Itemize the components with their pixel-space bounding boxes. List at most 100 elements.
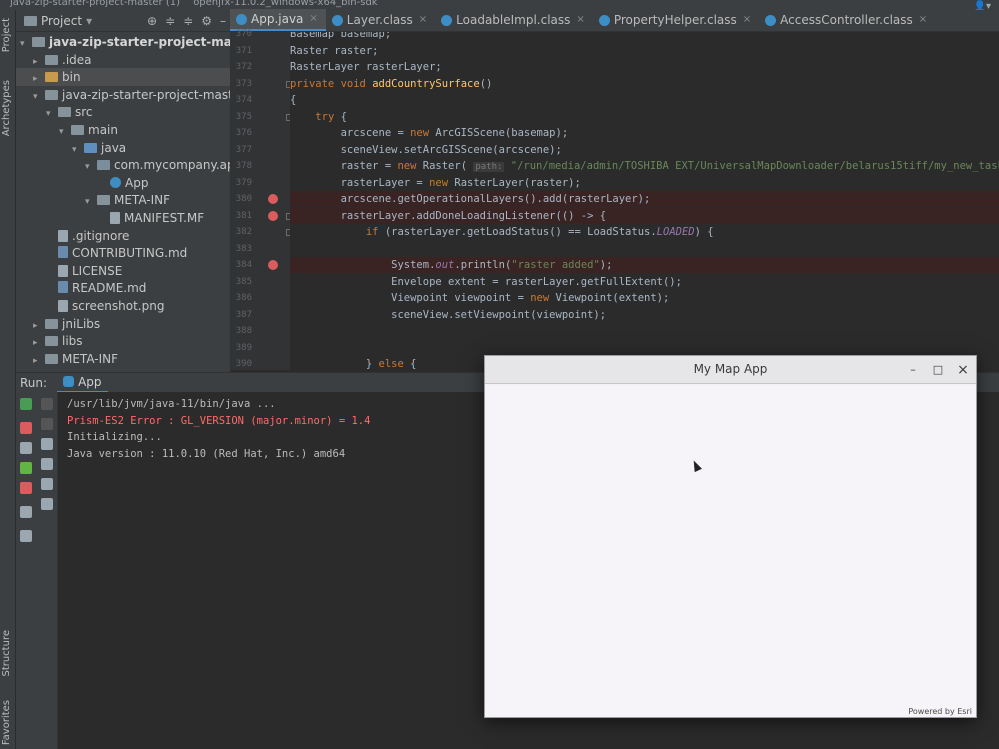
code-line: Envelope extent = rasterLayer.getFullExt…: [290, 275, 682, 288]
line-number: 384: [235, 260, 252, 270]
tree-item[interactable]: ▾ java-zip-starter-project-master: [16, 86, 230, 104]
favorites-tool-tab[interactable]: Favorites: [1, 700, 15, 745]
line-number: 372: [235, 62, 252, 72]
breakpoint-icon[interactable]: [268, 194, 278, 204]
tree-item[interactable]: .gitignore: [16, 227, 129, 245]
tree-item[interactable]: ▸ libs: [16, 332, 83, 350]
archetypes-tool-tab[interactable]: Archetypes: [1, 80, 15, 136]
class-file-icon: [598, 14, 610, 26]
maximize-button[interactable]: □: [931, 363, 945, 377]
project-icon: [24, 15, 37, 26]
breakpoint-icon[interactable]: [268, 260, 278, 270]
up-arrow-icon[interactable]: [41, 398, 53, 410]
soft-wrap-icon[interactable]: [41, 438, 53, 450]
line-number: 389: [235, 342, 252, 353]
editor-tab[interactable]: Layer.class ×: [326, 9, 435, 31]
hide-icon[interactable]: –: [220, 14, 226, 28]
class-file-icon: [441, 14, 453, 26]
tree-item[interactable]: ▾java-zip-starter-project-master (1: [16, 33, 230, 51]
folder-icon: [45, 54, 58, 65]
map-window-titlebar[interactable]: My Map App – □ ×: [485, 356, 976, 384]
close-tab-icon[interactable]: ×: [419, 9, 427, 31]
trash-icon[interactable]: [41, 498, 53, 510]
tree-item[interactable]: ▾ main: [16, 121, 118, 139]
tree-item[interactable]: ▾ META-INF: [16, 191, 170, 209]
close-button[interactable]: ×: [956, 363, 970, 377]
tree-item-label: jniLibs: [62, 316, 101, 331]
tree-item[interactable]: screenshot.png: [16, 297, 164, 315]
debug-bug-icon[interactable]: [20, 462, 32, 474]
breakpoint-icon[interactable]: [268, 210, 278, 221]
pin-icon[interactable]: [20, 530, 32, 542]
tree-item[interactable]: ▸ .idea: [16, 51, 92, 69]
camera-icon[interactable]: [20, 442, 32, 454]
close-tab-icon[interactable]: ×: [743, 9, 751, 31]
editor-tab-label: PropertyHelper.class: [613, 13, 737, 27]
tree-item[interactable]: README.md: [16, 279, 146, 297]
print-icon[interactable]: [41, 478, 53, 490]
line-number: 373: [235, 78, 252, 89]
editor-tab[interactable]: LoadableImpl.class ×: [435, 9, 593, 31]
rerun-icon[interactable]: [20, 398, 32, 410]
project-view-selector[interactable]: Project: [41, 14, 82, 28]
code-line: rasterLayer = new RasterLayer(raster);: [290, 176, 581, 189]
collapse-all-icon[interactable]: ≑: [165, 14, 175, 28]
editor-tab[interactable]: AccessController.class ×: [759, 9, 935, 31]
sdk-title: openjfx-11.0.2_windows-x64_bin-sdk: [193, 0, 378, 8]
folder-icon: [97, 195, 110, 206]
tree-item[interactable]: App: [16, 174, 148, 192]
close-tab-icon[interactable]: ×: [919, 9, 927, 31]
run-tab-label: App: [78, 374, 102, 389]
tree-item[interactable]: ▸ bin: [16, 68, 230, 87]
editor-tab[interactable]: PropertyHelper.class ×: [593, 9, 759, 31]
stop-icon[interactable]: [20, 422, 32, 434]
tree-item[interactable]: ▾ src: [16, 103, 93, 121]
editor-tab[interactable]: App.java ×: [230, 9, 326, 31]
tree-item[interactable]: ▾ com.mycompany.app: [16, 156, 230, 174]
editor-tab-label: App.java: [251, 12, 304, 26]
structure-tool-tab[interactable]: Structure: [1, 630, 15, 677]
tree-item[interactable]: ▸ META-INF: [16, 350, 118, 368]
esri-attribution: Powered by Esri: [908, 707, 972, 716]
line-number: 386: [235, 293, 252, 303]
project-tree: ▾java-zip-starter-project-master (1▸.ide…: [16, 32, 230, 372]
code-line: try {: [315, 110, 347, 123]
gear-icon[interactable]: ⚙: [201, 14, 212, 28]
minimize-button[interactable]: –: [906, 363, 920, 377]
scroll-to-end-icon[interactable]: [41, 458, 53, 470]
code-line: sceneView.setArcGISScene(arcscene);: [290, 143, 562, 156]
exit-icon[interactable]: [20, 482, 32, 494]
run-tab-app[interactable]: App: [57, 373, 108, 393]
tree-item[interactable]: CONTRIBUTING.md: [16, 244, 187, 262]
tree-item[interactable]: ▾ java: [16, 139, 126, 157]
down-arrow-icon[interactable]: [41, 418, 53, 430]
code-line: rasterLayer.addDoneLoadingListener(() ->…: [290, 207, 999, 224]
tree-item[interactable]: LICENSE: [16, 262, 122, 280]
chevron-right-icon[interactable]: ▸: [33, 352, 43, 370]
chevron-down-icon[interactable]: ▾: [86, 14, 92, 28]
tree-item-label: META-INF: [114, 193, 171, 208]
tree-item-label: .gitignore: [72, 228, 130, 243]
project-tool-tab[interactable]: Project: [1, 18, 15, 52]
left-tool-strip: Project Archetypes Structure Favorites: [0, 10, 16, 749]
line-number: 371: [235, 45, 252, 56]
close-tab-icon[interactable]: ×: [576, 9, 584, 31]
map-scene-view[interactable]: Powered by Esri: [485, 385, 976, 717]
expand-icon[interactable]: ≑: [183, 14, 193, 28]
class-file-icon: [331, 14, 343, 26]
file-icon: [58, 300, 68, 312]
folder-icon: [45, 89, 58, 100]
code-line: private void addCountrySurface(): [290, 77, 493, 90]
mouse-cursor-icon: [690, 458, 702, 473]
code-editor[interactable]: Basemap basemap; Raster raster; RasterLaye…: [290, 32, 999, 370]
map-window-title: My Map App: [693, 362, 768, 376]
layout-icon[interactable]: [20, 506, 32, 518]
tree-item-label: App: [125, 175, 149, 190]
close-tab-icon[interactable]: ×: [309, 8, 317, 30]
line-number: 387: [235, 309, 252, 320]
locate-icon[interactable]: ⊕: [147, 14, 157, 28]
tree-item[interactable]: MANIFEST.MF: [16, 209, 204, 227]
tree-item[interactable]: ▸ jniLibs: [16, 315, 100, 333]
folder-src-icon: [84, 142, 97, 153]
